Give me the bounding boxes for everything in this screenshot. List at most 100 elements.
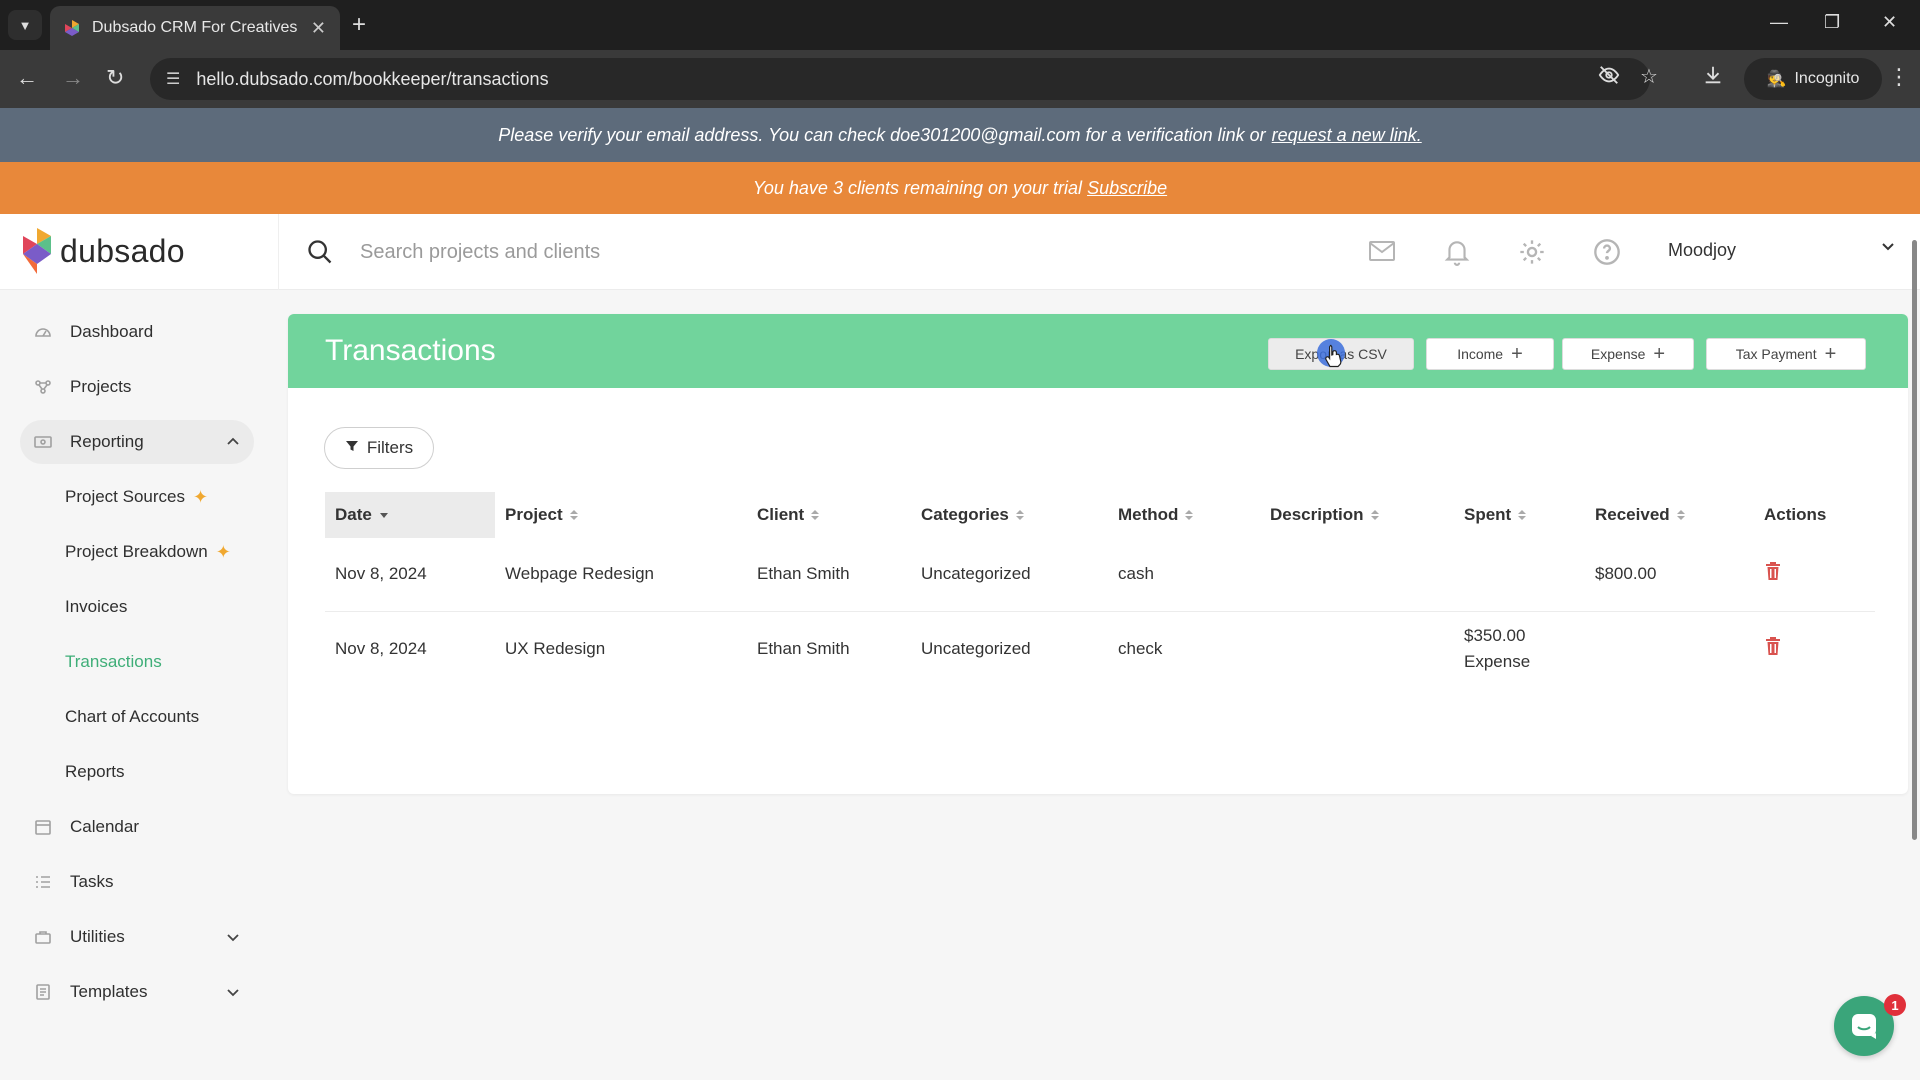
column-header-label: Actions	[1764, 505, 1827, 524]
chevron-up-icon[interactable]	[226, 434, 240, 454]
column-header-spent[interactable]: Spent	[1464, 492, 1527, 538]
sidebar-subitem-transactions[interactable]: Transactions	[65, 647, 162, 677]
eye-off-icon[interactable]	[1598, 64, 1620, 92]
incognito-badge[interactable]: 🕵 Incognito	[1744, 58, 1882, 100]
sidebar-item-calendar[interactable]: Calendar	[20, 805, 254, 849]
download-icon[interactable]	[1702, 64, 1724, 92]
bell-icon[interactable]	[1444, 238, 1470, 271]
transactions-card: Transactions Export as CSV Income + Expe…	[288, 314, 1908, 794]
page-scrollbar[interactable]	[1912, 240, 1917, 840]
search-icon[interactable]	[306, 238, 334, 271]
sidebar-subitem-label: Reports	[65, 762, 125, 781]
add-expense-button[interactable]: Expense +	[1562, 338, 1694, 370]
trash-icon[interactable]	[1766, 637, 1780, 660]
help-icon[interactable]	[1593, 238, 1621, 271]
sidebar-item-label: Dashboard	[70, 322, 154, 341]
sidebar-item-templates[interactable]: Templates	[20, 970, 254, 1014]
templates-icon	[34, 983, 52, 1001]
back-icon[interactable]: ←	[16, 64, 38, 92]
column-header-label: Project	[505, 505, 563, 524]
cell-spent-type: Expense	[1464, 652, 1531, 671]
chevron-down-icon[interactable]	[226, 929, 240, 949]
column-header-label: Client	[757, 505, 805, 524]
column-header-actions: Actions	[1764, 492, 1826, 538]
logo-text: dubsado	[60, 232, 185, 269]
sidebar-item-dashboard[interactable]: Dashboard	[20, 310, 254, 354]
add-income-button[interactable]: Income +	[1426, 338, 1554, 370]
sidebar-item-label: Utilities	[70, 927, 125, 946]
gear-icon[interactable]	[1518, 238, 1546, 271]
tab-title: Dubsado CRM For Creatives	[92, 19, 298, 36]
chat-notification-badge: 1	[1884, 994, 1906, 1016]
transactions-header: Transactions Export as CSV Income + Expe…	[288, 314, 1908, 388]
column-header-date[interactable]: Date	[335, 492, 390, 538]
forward-icon[interactable]: →	[62, 64, 84, 92]
logo-mark-icon	[23, 228, 51, 274]
column-header-label: Spent	[1464, 505, 1512, 524]
sidebar-subitem-project-breakdown[interactable]: Project Breakdown ✦	[65, 537, 231, 567]
column-header-method[interactable]: Method	[1118, 492, 1194, 538]
cell-date: Nov 8, 2024	[335, 564, 427, 583]
column-header-label: Method	[1118, 505, 1179, 524]
sidebar-subitem-invoices[interactable]: Invoices	[65, 592, 127, 622]
cell-client[interactable]: Ethan Smith	[757, 636, 850, 661]
calendar-icon	[34, 818, 52, 836]
incognito-icon: 🕵	[1766, 71, 1787, 88]
filters-button[interactable]: Filters	[324, 427, 434, 469]
sidebar-item-utilities[interactable]: Utilities	[20, 915, 254, 959]
close-tab-icon[interactable]: ✕	[311, 18, 326, 39]
header-divider	[278, 214, 279, 290]
site-info-icon[interactable]: ☰	[166, 69, 180, 89]
tax-payment-label: Tax Payment	[1735, 346, 1817, 362]
chevron-down-icon[interactable]	[226, 984, 240, 1004]
window-close-icon[interactable]: ✕	[1882, 12, 1897, 33]
add-tax-payment-button[interactable]: Tax Payment +	[1706, 338, 1866, 370]
cell-project[interactable]: Webpage Redesign	[505, 561, 654, 586]
user-name[interactable]: Moodjoy	[1668, 240, 1736, 261]
gauge-icon	[34, 323, 52, 341]
plus-icon: +	[1511, 343, 1523, 365]
app-header: dubsado Moodjoy	[0, 214, 1920, 290]
address-bar[interactable]: ☰ hello.dubsado.com/bookkeeper/transacti…	[150, 58, 1650, 100]
expense-label: Expense	[1590, 346, 1646, 362]
column-header-label: Received	[1595, 505, 1670, 524]
tasks-icon	[34, 873, 52, 891]
sidebar-item-reporting[interactable]: Reporting	[20, 420, 254, 464]
filter-icon	[345, 438, 359, 458]
browser-menu-icon[interactable]: ⋮	[1888, 64, 1910, 90]
cell-project[interactable]: UX Redesign	[505, 636, 605, 661]
sidebar-item-projects[interactable]: Projects	[20, 365, 254, 409]
sidebar-subitem-project-sources[interactable]: Project Sources ✦	[65, 482, 208, 512]
mail-icon[interactable]	[1368, 238, 1396, 269]
sidebar-subitem-label: Project Sources	[65, 487, 185, 506]
chat-icon	[1852, 1014, 1876, 1039]
sidebar-item-tasks[interactable]: Tasks	[20, 860, 254, 904]
bookmark-star-icon[interactable]: ☆	[1640, 64, 1658, 89]
column-header-client[interactable]: Client	[757, 492, 820, 538]
column-header-description[interactable]: Description	[1270, 492, 1380, 538]
sort-icon	[810, 508, 820, 522]
sidebar-subitem-chart-of-accounts[interactable]: Chart of Accounts	[65, 702, 199, 732]
request-new-link[interactable]: request a new link.	[1272, 125, 1422, 146]
restore-icon[interactable]: ❐	[1824, 12, 1840, 33]
new-tab-icon[interactable]: +	[352, 12, 366, 38]
column-header-received[interactable]: Received	[1595, 492, 1686, 538]
chevron-down-icon[interactable]	[1880, 238, 1896, 259]
column-header-label: Categories	[921, 505, 1009, 524]
cell-method: cash	[1118, 564, 1154, 583]
column-header-categories[interactable]: Categories	[921, 492, 1025, 538]
search-input[interactable]	[360, 234, 1260, 270]
browser-toolbar: ← → ↻ ☰ hello.dubsado.com/bookkeeper/tra…	[0, 50, 1920, 108]
dubsado-logo[interactable]: dubsado	[22, 228, 185, 274]
trash-icon[interactable]	[1766, 562, 1780, 585]
reload-icon[interactable]: ↻	[106, 64, 124, 92]
sidebar-subitem-label: Chart of Accounts	[65, 707, 200, 726]
column-header-project[interactable]: Project	[505, 492, 579, 538]
subscribe-link[interactable]: Subscribe	[1087, 178, 1167, 199]
tab-search-button[interactable]: ▼	[8, 10, 42, 40]
browser-tab[interactable]: Dubsado CRM For Creatives ✕	[50, 6, 340, 50]
sidebar-subitem-reports[interactable]: Reports	[65, 757, 125, 787]
cell-client[interactable]: Ethan Smith	[757, 561, 850, 586]
incognito-label: Incognito	[1794, 70, 1860, 87]
minimize-icon[interactable]: —	[1770, 12, 1788, 33]
